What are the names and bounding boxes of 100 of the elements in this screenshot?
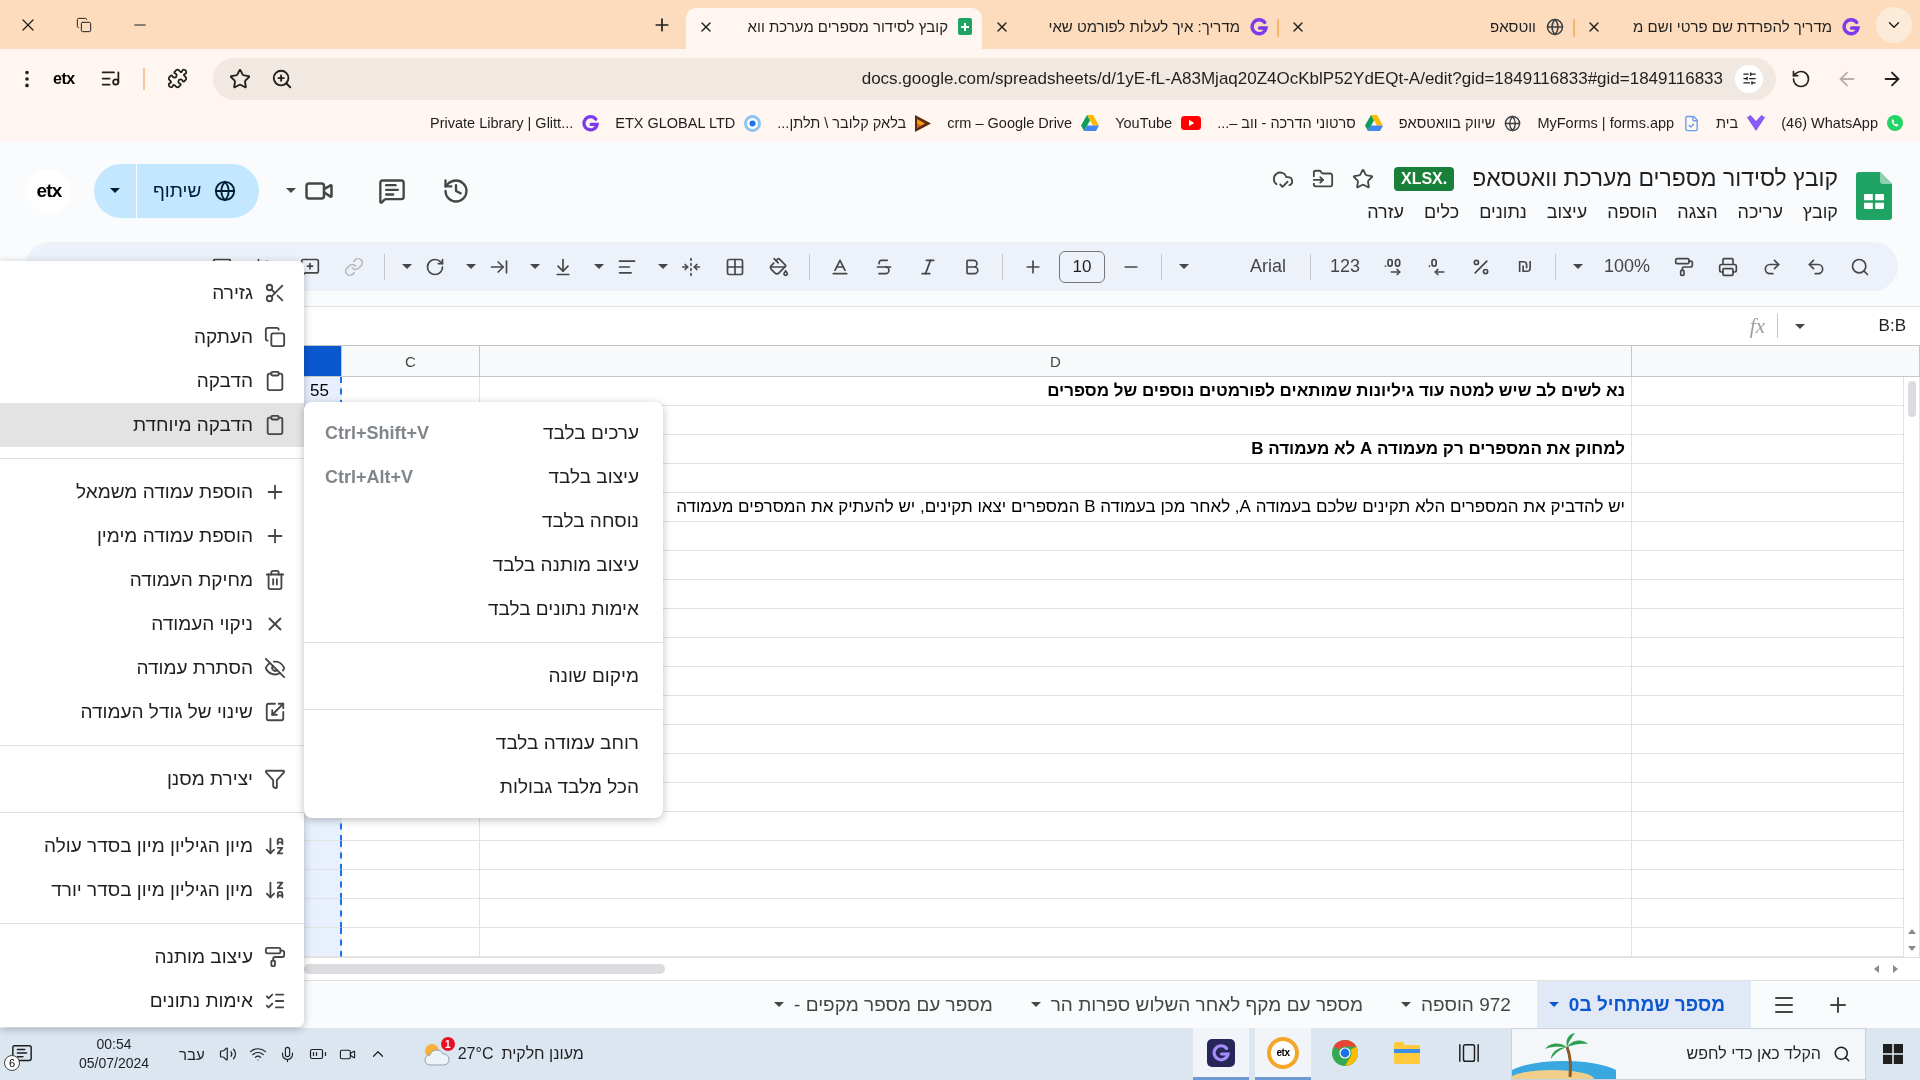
- name-box-field[interactable]: B:B: [1820, 316, 1910, 336]
- scroll-up-icon[interactable]: [1907, 929, 1916, 934]
- account-avatar[interactable]: etx: [27, 168, 71, 213]
- number-format-dropdown[interactable]: 123: [1323, 256, 1367, 277]
- app-logo-icon[interactable]: [1207, 1038, 1235, 1067]
- scroll-right-icon[interactable]: [1893, 965, 1898, 973]
- language-indicator[interactable]: עבר: [179, 1028, 205, 1080]
- menu-item[interactable]: מיון הגיליון מיון בסדר עולה: [0, 824, 304, 868]
- zoom-dropdown[interactable]: 100%: [1596, 256, 1658, 277]
- start-icon[interactable]: [1883, 1044, 1903, 1064]
- strikethrough-icon[interactable]: [874, 256, 894, 277]
- document-title[interactable]: קובץ לסידור מספרים מערכת וואטסאפ: [1472, 165, 1838, 192]
- column-header[interactable]: C: [342, 346, 480, 377]
- weather-text[interactable]: מעונן חלקית: [501, 1045, 584, 1063]
- column-header[interactable]: [304, 346, 342, 377]
- caret-icon[interactable]: [1795, 323, 1805, 329]
- increase-decimals-icon[interactable]: [1383, 256, 1403, 277]
- sheet-tab[interactable]: מספר עם מקף לאחר השלוש ספרות הר: [1018, 981, 1389, 1028]
- caret-icon[interactable]: [1573, 264, 1583, 269]
- table-cell[interactable]: [304, 870, 342, 899]
- restore-icon[interactable]: [76, 16, 92, 33]
- caret-icon[interactable]: [658, 264, 668, 269]
- menu-item[interactable]: גזירה: [0, 271, 304, 315]
- currency-button[interactable]: ₪: [1507, 256, 1543, 277]
- redo-icon[interactable]: [1762, 256, 1782, 277]
- app-logo[interactable]: etx: [1267, 1036, 1299, 1069]
- menu-item[interactable]: הוספת עמודה מימין: [0, 514, 304, 558]
- merge-icon[interactable]: [681, 256, 701, 277]
- column-header[interactable]: D: [480, 346, 1632, 377]
- history-icon[interactable]: [442, 176, 471, 205]
- undo-icon[interactable]: [1806, 256, 1826, 277]
- bookmark[interactable]: ETX GLOBAL LTD: [615, 114, 762, 132]
- menu-bar-item[interactable]: קובץ: [1794, 199, 1846, 226]
- folder-arrow-icon[interactable]: [1311, 167, 1334, 190]
- menu-item[interactable]: עיצוב מותנה: [0, 935, 304, 979]
- task-view-icon[interactable]: [1458, 1041, 1480, 1064]
- menu-item[interactable]: הכל מלבד גבולות: [304, 765, 663, 809]
- browser-logo-icon[interactable]: [1332, 1039, 1358, 1066]
- caret-icon[interactable]: [1401, 1002, 1411, 1007]
- menu-item[interactable]: אימות נתונים בלבד: [304, 587, 663, 631]
- menu-bar-item[interactable]: הוספה: [1599, 199, 1666, 226]
- menu-item[interactable]: שינוי של גודל העמודה: [0, 690, 304, 734]
- scroll-down-icon[interactable]: [1907, 946, 1916, 951]
- caret-icon[interactable]: [774, 1002, 785, 1007]
- italic-icon[interactable]: [918, 256, 938, 277]
- caret-icon[interactable]: [530, 264, 540, 269]
- browser-tab[interactable]: מדריך להפרדת שם פרטי ושם מ: [1574, 8, 1870, 49]
- globe-icon[interactable]: [214, 179, 237, 202]
- font-dropdown[interactable]: Arial: [1202, 256, 1298, 277]
- star-icon[interactable]: [1351, 167, 1374, 190]
- speaker-icon[interactable]: [218, 1045, 237, 1063]
- bookmark[interactable]: בית: [1716, 115, 1766, 131]
- browser-tab[interactable]: קובץ לסידור מספרים מערכת ווא: [686, 8, 982, 49]
- caret-icon[interactable]: [466, 264, 476, 269]
- borders-icon[interactable]: [725, 256, 745, 277]
- bookmark[interactable]: שיווק בוואטסאפ: [1398, 114, 1522, 132]
- share-button[interactable]: שיתוף: [94, 163, 260, 218]
- folder-icon[interactable]: [1394, 1041, 1420, 1064]
- address-bar[interactable]: docs.google.com/spreadsheets/d/1yE-fL-A83Mjaq20Z4OcKblP52YdEQt-A/edit?gid=1849116833#gid=1849116833: [212, 57, 1776, 100]
- caret-icon[interactable]: [110, 188, 120, 193]
- zoom-icon[interactable]: [270, 67, 293, 90]
- puzzle-icon[interactable]: [167, 68, 189, 89]
- sliders-icon[interactable]: [1741, 71, 1757, 86]
- table-cell[interactable]: [304, 841, 342, 870]
- paint-format-icon[interactable]: [1674, 256, 1694, 277]
- sheet-tab[interactable]: מספר שמתחיל ב0: [1536, 981, 1751, 1028]
- bookmark[interactable]: MyForms | forms.app: [1537, 114, 1701, 132]
- menu-bar-item[interactable]: עזרה: [1359, 199, 1412, 226]
- temperature-text[interactable]: 27°C: [457, 1045, 494, 1063]
- bookmark[interactable]: Private Library | Glitt...: [430, 114, 600, 132]
- menu-item[interactable]: הדבקה: [0, 359, 304, 403]
- browser-tab[interactable]: מדריך: איך לעלות לפורמט שאי: [982, 8, 1278, 49]
- date-text[interactable]: 05/07/2024: [78, 1054, 150, 1073]
- comment-icon[interactable]: [378, 176, 407, 205]
- search-field[interactable]: הקלד כאן כדי לחפש: [1645, 1041, 1823, 1067]
- menu-item[interactable]: מחיקת העמודה: [0, 558, 304, 602]
- menu-bar-item[interactable]: כלים: [1416, 199, 1468, 226]
- menu-bar-item[interactable]: הצגה: [1669, 199, 1726, 226]
- menu-item[interactable]: ניקוי העמודה: [0, 602, 304, 646]
- taskbar-app[interactable]: [1193, 1028, 1249, 1080]
- caret-icon[interactable]: [402, 264, 412, 269]
- sheet-tab[interactable]: מספר עם מספר מקפים -: [762, 981, 1019, 1028]
- scrollbar-thumb[interactable]: [304, 964, 665, 974]
- menu-item[interactable]: הוספת עמודה משמאל: [0, 470, 304, 514]
- table-cell[interactable]: [304, 928, 342, 957]
- font-size-field[interactable]: 10: [1059, 250, 1105, 283]
- caret-icon[interactable]: [286, 188, 297, 193]
- bookmark[interactable]: crm – Google Drive: [947, 115, 1100, 131]
- menu-item[interactable]: הסתרת עמודה: [0, 646, 304, 690]
- bookmark[interactable]: סרטוני הדרכה - ווב –...: [1217, 115, 1383, 131]
- bookmark[interactable]: (46) WhatsApp: [1781, 115, 1903, 131]
- paint-bucket-icon[interactable]: [769, 256, 789, 277]
- printer-icon[interactable]: [1718, 256, 1738, 277]
- extension-logo[interactable]: etx: [49, 67, 79, 90]
- taskbar-app[interactable]: etx: [1255, 1028, 1311, 1080]
- star-icon[interactable]: [228, 67, 251, 90]
- menu-item[interactable]: הדבקה מיוחדת: [0, 403, 304, 447]
- reload-icon[interactable]: [1791, 68, 1811, 89]
- menu-bar-item[interactable]: עריכה: [1729, 199, 1791, 226]
- menu-item[interactable]: עיצוב מותנה בלבד: [304, 543, 663, 587]
